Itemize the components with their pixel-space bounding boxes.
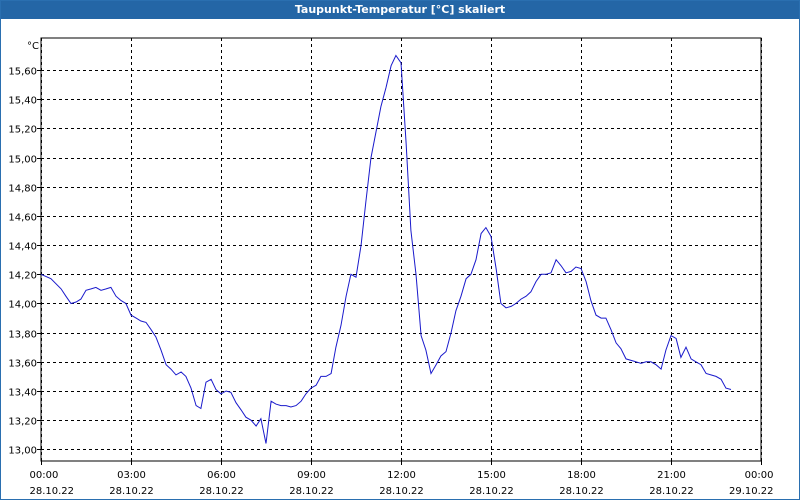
x-tick-time-label: 12:00 — [387, 470, 416, 481]
chart-window: Taupunkt-Temperatur [°C] skaliert 13,00 1… — [0, 0, 800, 500]
data-point — [745, 1, 746, 2]
x-tick-time-label: 09:00 — [297, 470, 326, 481]
y-tick-label: 15,00 — [8, 155, 37, 166]
y-tick-label: 13,80 — [8, 330, 37, 341]
x-tick-date-label: 28.10.22 — [289, 486, 334, 497]
x-tick-time-label: 15:00 — [477, 470, 506, 481]
y-tick-label: 13,60 — [8, 359, 37, 370]
x-tick-time-label: 18:00 — [567, 470, 596, 481]
data-points — [40, 1, 756, 444]
data-point — [736, 1, 737, 2]
x-tick-date-label: 28.10.22 — [649, 486, 694, 497]
x-tick-time-label: 21:00 — [657, 470, 686, 481]
x-tick-date-label: 28.10.22 — [30, 486, 75, 497]
x-tick-time-label: 00:00 — [30, 470, 59, 481]
y-tick-label: 13,00 — [8, 446, 37, 457]
y-axis-unit-label: °C — [27, 41, 39, 52]
x-tick-time-label: 06:00 — [207, 470, 236, 481]
data-point — [755, 1, 756, 2]
line-chart: 13,00 13,20 13,40 13,60 13,80 14,00 14,20 14,40… — [8, 1, 774, 497]
y-tick-label: 14,60 — [8, 213, 37, 224]
y-axis: 13,00 13,20 13,40 13,60 13,80 14,00 14,20 14,40… — [8, 67, 41, 457]
y-tick-label: 14,80 — [8, 184, 37, 195]
x-tick-time-label: 03:00 — [117, 470, 146, 481]
x-tick-date-label: 28.10.22 — [559, 486, 604, 497]
x-tick-date-label: 29.10.22 — [729, 486, 774, 497]
x-axis: 00:00 28.10.22 03:00 28.10.22 06:00 28.10.22 0… — [30, 461, 774, 497]
x-tick-date-label: 28.10.22 — [379, 486, 424, 497]
data-point — [740, 1, 741, 2]
y-tick-label: 15,20 — [8, 125, 37, 136]
x-tick-date-label: 28.10.22 — [109, 486, 154, 497]
x-tick-date-label: 28.10.22 — [199, 486, 244, 497]
series-line — [40, 54, 732, 444]
y-tick-label: 14,20 — [8, 271, 37, 282]
y-tick-label: 14,00 — [8, 300, 37, 311]
y-tick-label: 15,60 — [8, 67, 37, 78]
x-tick-date-label: 28.10.22 — [469, 486, 514, 497]
y-tick-label: 13,40 — [8, 388, 37, 399]
y-tick-label: 13,20 — [8, 417, 37, 428]
grid-lines — [41, 38, 762, 461]
y-tick-label: 15,40 — [8, 96, 37, 107]
y-tick-label: 14,40 — [8, 242, 37, 253]
x-tick-time-label: 00:00 — [745, 470, 774, 481]
data-point — [751, 1, 752, 2]
